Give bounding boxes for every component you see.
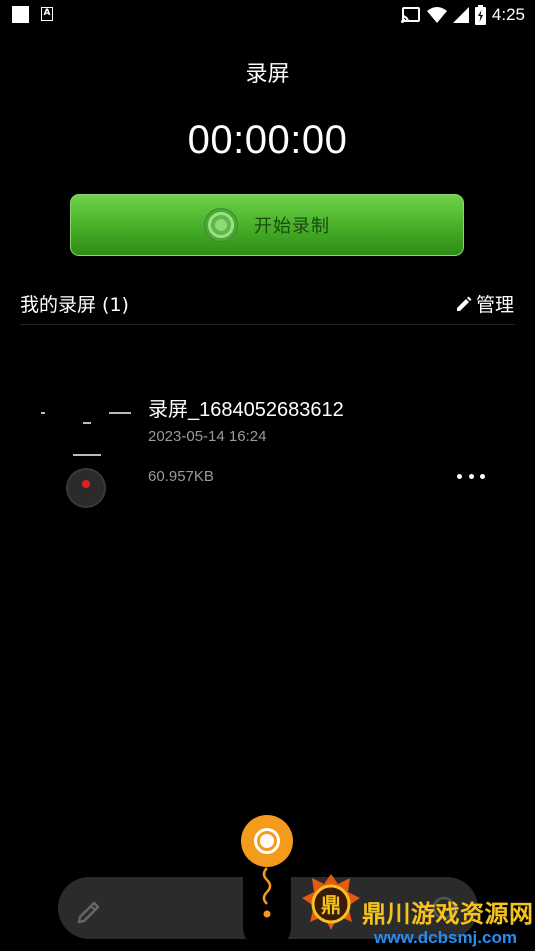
thumbnail-detail — [73, 454, 101, 456]
watermark-url: www.dcbsmj.com — [374, 928, 517, 947]
thumbnail-detail — [41, 412, 45, 414]
more-options-icon[interactable] — [457, 464, 485, 488]
squiggle-icon — [262, 867, 272, 918]
notification-square-icon — [12, 6, 29, 23]
section-divider — [20, 324, 515, 325]
edit-icon — [456, 296, 472, 311]
recording-timer: 00:00:00 — [187, 118, 348, 162]
wifi-icon — [426, 7, 447, 23]
recording-name: 录屏_1684052683612 — [148, 399, 344, 421]
start-recording-button[interactable]: 开始录制 — [70, 194, 464, 256]
thumbnail-detail — [109, 412, 131, 414]
cast-icon — [400, 7, 420, 23]
pen-icon[interactable] — [72, 891, 106, 925]
svg-text:鼎: 鼎 — [321, 893, 341, 917]
watermark-title: 鼎川游戏资源网 — [362, 900, 534, 928]
start-recording-label: 开始录制 — [254, 216, 330, 237]
thumbnail-detail — [83, 422, 91, 424]
my-recordings-title: 我的录屏 (1) — [20, 294, 129, 316]
recording-list-item[interactable]: 录屏_1684052683612 2023-05-14 16:24 60.957… — [0, 372, 535, 512]
recording-size: 60.957KB — [148, 468, 214, 485]
recording-thumbnail[interactable] — [35, 390, 135, 506]
recording-date: 2023-05-14 16:24 — [148, 428, 267, 445]
watermark-logo: 鼎 — [302, 874, 360, 930]
record-fab-button[interactable] — [241, 815, 293, 867]
status-icons: 4:25 — [400, 4, 525, 26]
notification-a-icon: A — [41, 7, 53, 21]
status-time: 4:25 — [491, 5, 525, 24]
battery-icon — [474, 5, 486, 25]
page-title: 录屏 — [245, 62, 290, 87]
manage-label: 管理 — [475, 294, 514, 316]
manage-button[interactable]: 管理 — [455, 290, 514, 317]
thumbnail-record-icon — [68, 470, 104, 506]
status-bar: A 4:25 — [0, 0, 535, 30]
record-ring-icon — [204, 208, 238, 242]
signal-icon — [452, 7, 469, 23]
